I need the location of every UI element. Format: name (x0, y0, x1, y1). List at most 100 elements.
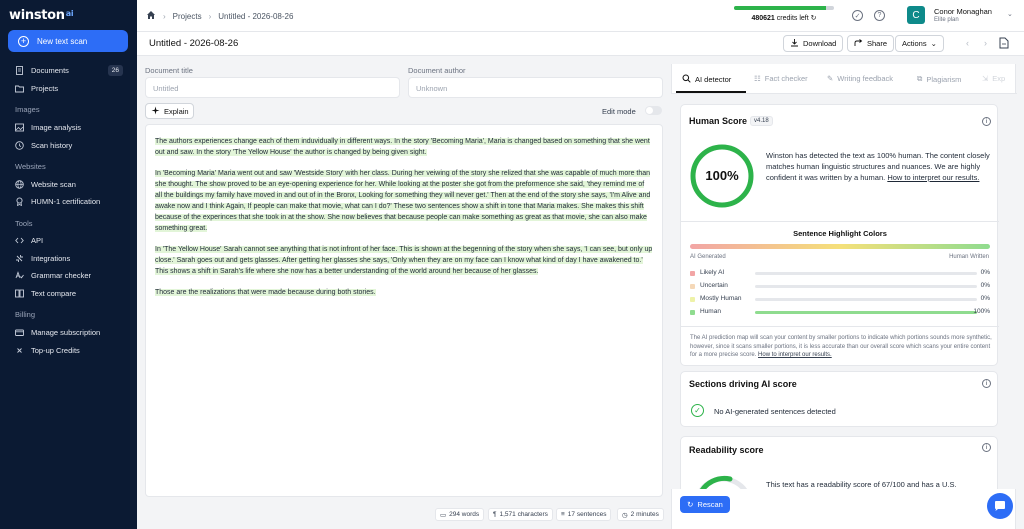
chat-icon (995, 501, 1005, 511)
document-author-input[interactable]: Unknown (408, 77, 663, 98)
chat-support-button[interactable] (987, 493, 1013, 519)
interpret-results-link[interactable]: How to interpret our results. (758, 352, 832, 358)
sidebar-item-topup-credits[interactable]: Top-up Credits (15, 343, 125, 357)
refresh-icon: ↻ (687, 500, 694, 509)
sidebar-item-label: Documents (31, 65, 69, 75)
rescan-button[interactable]: ↻ Rescan (680, 496, 730, 513)
tab-export[interactable]: ⇲ Exp (982, 74, 1005, 83)
document-icon[interactable] (999, 37, 1009, 51)
chevron-down-icon: ⌄ (930, 39, 937, 48)
credits-suffix: credits left (776, 15, 809, 22)
analysis-results: Human Score v4.18 i 100% Winston has det… (671, 94, 1016, 489)
human-score-value: 100% (705, 168, 739, 183)
grammar-icon (15, 270, 24, 280)
sidebar-item-humn-certification[interactable]: HUMN-1 certification (15, 194, 125, 208)
download-button[interactable]: Download (783, 35, 844, 52)
readability-text: This text has a readability score of 67/… (766, 480, 957, 489)
search-icon (682, 74, 691, 85)
sidebar-item-label: Integrations (31, 253, 71, 263)
section-tools: Tools (15, 219, 33, 228)
tab-fact-checker[interactable]: ☷ Fact checker (754, 74, 808, 83)
info-icon[interactable]: i (982, 443, 991, 452)
user-name[interactable]: Conor Monaghan (934, 7, 992, 16)
breadcrumb-separator: › (163, 11, 166, 21)
legend-row-likely-ai: Likely AI 0% (690, 269, 990, 279)
sidebar-item-label: Image analysis (31, 122, 82, 132)
shield-icon[interactable]: ✓ (852, 10, 863, 21)
sidebar-item-text-compare[interactable]: Text compare (15, 286, 125, 300)
share-label: Share (867, 39, 888, 48)
info-icon[interactable]: i (982, 379, 991, 388)
score-description: Winston has detected the text as 100% hu… (766, 151, 990, 182)
sidebar-item-projects[interactable]: Projects (15, 81, 125, 95)
sections-ai-title: Sections driving AI score (689, 379, 797, 389)
edit-mode-label: Edit mode (602, 107, 636, 116)
history-icon (15, 140, 24, 150)
sidebar-item-api[interactable]: API (15, 233, 125, 247)
share-button[interactable]: Share (847, 35, 895, 52)
documents-count-badge: 26 (107, 64, 123, 76)
sidebar-item-manage-subscription[interactable]: Manage subscription (15, 325, 125, 339)
sidebar-item-label: Projects (31, 83, 59, 93)
legend-swatch (690, 271, 695, 276)
chevron-down-icon[interactable]: ⌄ (1007, 10, 1013, 18)
winston-logo[interactable]: winstonai (9, 8, 74, 23)
chevron-left-icon[interactable]: ‹ (966, 38, 969, 48)
home-icon[interactable] (146, 10, 156, 22)
sidebar: winstonai + New text scan Documents 26 P… (0, 0, 137, 529)
tab-ai-detector[interactable]: AI detector (682, 74, 731, 85)
sidebar-item-image-analysis[interactable]: Image analysis (15, 120, 125, 134)
section-websites: Websites (15, 162, 46, 171)
sidebar-item-grammar-checker[interactable]: Grammar checker (15, 268, 125, 282)
new-text-scan-button[interactable]: + New text scan (8, 30, 128, 52)
sidebar-item-label: Grammar checker (31, 270, 92, 280)
tab-writing-feedback[interactable]: ✎ Writing feedback (827, 74, 893, 83)
avatar[interactable]: C (907, 6, 925, 24)
legend-track (755, 272, 977, 275)
document-title-input[interactable]: Untitled (145, 77, 400, 98)
interpret-results-link[interactable]: How to interpret our results. (887, 173, 979, 182)
compare-icon (15, 289, 24, 298)
folder-icon (15, 84, 24, 93)
sentences-icon: ≡ (561, 511, 565, 518)
plus-icon: + (18, 35, 29, 47)
credits-icon (15, 346, 24, 355)
check-circle-icon: ✓ (691, 404, 704, 417)
legend-swatch (690, 297, 695, 302)
actions-dropdown[interactable]: Actions ⌄ (895, 35, 944, 52)
refresh-icon[interactable]: ↻ (811, 15, 817, 22)
sidebar-item-integrations[interactable]: Integrations (15, 251, 125, 265)
page-title: Untitled - 2026-08-26 (149, 38, 239, 49)
credits-progress-fill (734, 6, 826, 10)
credits-value: 480621 (751, 15, 775, 22)
chevron-right-icon[interactable]: › (984, 38, 987, 48)
code-icon (15, 236, 24, 245)
breadcrumb-projects[interactable]: Projects (173, 12, 202, 21)
feedback-icon: ✎ (827, 74, 834, 83)
characters-icon: ¶ (493, 511, 497, 518)
text-editor[interactable]: The authors experiences change each of t… (145, 124, 663, 497)
rescan-label: Rescan (697, 500, 723, 509)
readability-gauge (698, 475, 747, 489)
sidebar-item-documents[interactable]: Documents 26 (15, 63, 125, 77)
edit-mode-toggle[interactable] (645, 106, 662, 115)
prediction-map-note: The AI prediction map will scan your con… (690, 335, 992, 358)
info-icon[interactable]: i (982, 117, 991, 126)
sections-ai-score-card: Sections driving AI score i ✓ No AI-gene… (680, 371, 998, 427)
tab-plagiarism[interactable]: ⧉ Plagiarism (917, 74, 961, 84)
top-bar: › Projects › Untitled - 2026-08-26 48062… (137, 0, 1024, 32)
no-ai-sentences-text: No AI-generated sentences detected (714, 407, 836, 416)
human-score-title: Human Score (689, 116, 748, 126)
sentence-count-badge: ≡ 17 sentences (556, 508, 612, 521)
section-billing: Billing (15, 310, 36, 319)
legend-row-human: Human 100% (690, 308, 990, 318)
help-icon[interactable]: ? (874, 10, 885, 21)
legend-row-mostly-human: Mostly Human 0% (690, 295, 990, 305)
readability-card: Readability score i This text has a read… (680, 436, 998, 489)
sidebar-item-scan-history[interactable]: Scan history (15, 138, 125, 152)
sidebar-item-website-scan[interactable]: Website scan (15, 177, 125, 191)
explain-button[interactable]: Explain (145, 103, 194, 119)
gradient-left-label: AI Generated (690, 254, 726, 260)
readability-title: Readability score (689, 445, 764, 455)
user-plan: Elite plan (934, 17, 959, 23)
